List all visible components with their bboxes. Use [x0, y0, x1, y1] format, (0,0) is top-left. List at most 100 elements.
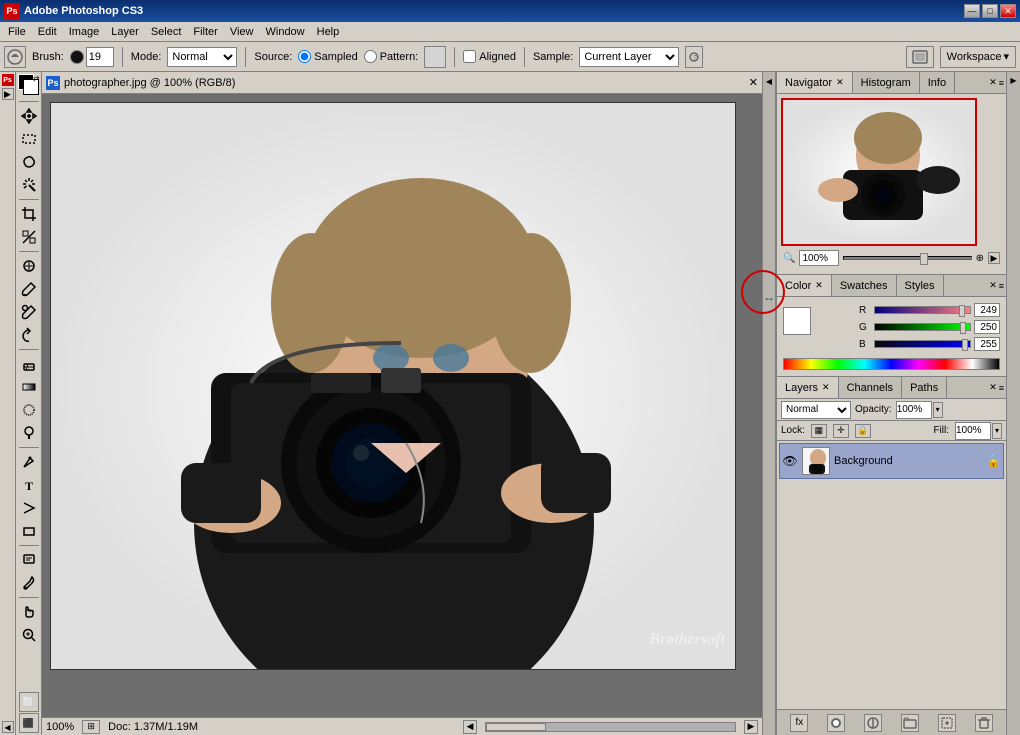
nav-zoom-slider[interactable]: [843, 256, 971, 260]
layer-mask-btn[interactable]: [827, 714, 845, 732]
tool-healing[interactable]: [18, 255, 40, 277]
color-panel-menu[interactable]: ≡: [999, 281, 1004, 291]
menu-layer[interactable]: Layer: [105, 24, 145, 40]
sampled-radio[interactable]: Sampled: [298, 50, 357, 63]
tab-info[interactable]: Info: [920, 72, 955, 93]
tool-gradient[interactable]: [18, 376, 40, 398]
view-btn[interactable]: ▶: [2, 88, 14, 100]
nav-panel-close[interactable]: ✕: [989, 77, 997, 88]
close-button[interactable]: ✕: [1000, 4, 1016, 18]
tab-paths[interactable]: Paths: [902, 377, 947, 398]
layer-delete-btn[interactable]: [975, 714, 993, 732]
b-value-input[interactable]: [974, 337, 1000, 351]
menu-edit[interactable]: Edit: [32, 24, 63, 40]
tool-brush[interactable]: [18, 278, 40, 300]
layers-panel-menu[interactable]: ≡: [999, 383, 1004, 393]
r-value-input[interactable]: [974, 303, 1000, 317]
r-slider-thumb[interactable]: [959, 305, 965, 317]
nav-panel-menu[interactable]: ≡: [999, 78, 1004, 88]
screen-mode-btn[interactable]: [906, 46, 934, 68]
h-scrollbar-thumb[interactable]: [486, 723, 546, 731]
zoom-in-icon[interactable]: ⊕: [976, 253, 984, 264]
layer-adjustment-btn[interactable]: [864, 714, 882, 732]
tab-histogram[interactable]: Histogram: [853, 72, 920, 93]
color-spectrum[interactable]: [783, 358, 1000, 370]
right-collapse-btn[interactable]: ▶: [1009, 76, 1019, 85]
sample-select[interactable]: Current Layer: [579, 47, 679, 67]
tool-eyedropper[interactable]: [18, 572, 40, 594]
layer-item-background[interactable]: 👁 Background 🔒: [779, 443, 1004, 479]
collapse-btn[interactable]: ◀: [764, 74, 774, 88]
tool-pen[interactable]: [18, 451, 40, 473]
tool-blur[interactable]: [18, 399, 40, 421]
canvas-close-btn[interactable]: ✕: [749, 76, 758, 89]
menu-file[interactable]: File: [2, 24, 32, 40]
tool-type[interactable]: T: [18, 474, 40, 496]
navigator-tab-close[interactable]: ✕: [836, 77, 844, 88]
tool-preset-btn[interactable]: [4, 46, 26, 68]
expand-btn[interactable]: ◀: [2, 721, 14, 733]
menu-help[interactable]: Help: [311, 24, 346, 40]
tab-navigator[interactable]: Navigator ✕: [777, 72, 853, 93]
layer-new-btn[interactable]: [938, 714, 956, 732]
lock-all-btn[interactable]: 🔒: [855, 424, 871, 438]
blend-mode-select[interactable]: Normal: [781, 401, 851, 419]
mode-select[interactable]: Normal: [167, 47, 237, 67]
tab-layers[interactable]: Layers ✕: [777, 377, 839, 398]
tool-clone[interactable]: [18, 301, 40, 323]
scroll-left-btn[interactable]: ◀: [463, 720, 477, 734]
screen-mode-icon[interactable]: ⬜: [19, 692, 39, 712]
opacity-input[interactable]: [896, 401, 932, 419]
pattern-radio[interactable]: Pattern:: [364, 50, 419, 63]
h-scrollbar[interactable]: [485, 722, 736, 732]
maximize-button[interactable]: □: [982, 4, 998, 18]
resize-icon[interactable]: ↔: [763, 290, 775, 304]
tool-magic-wand[interactable]: [18, 174, 40, 196]
tab-color[interactable]: Color ✕: [777, 275, 832, 296]
r-slider[interactable]: [874, 306, 971, 314]
tab-channels[interactable]: Channels: [839, 377, 902, 398]
menu-filter[interactable]: Filter: [187, 24, 223, 40]
tab-swatches[interactable]: Swatches: [832, 275, 897, 296]
nav-zoom-input[interactable]: [799, 250, 839, 266]
opacity-arrow[interactable]: ▾: [933, 402, 943, 418]
tool-crop[interactable]: [18, 203, 40, 225]
tool-history-brush[interactable]: [18, 324, 40, 346]
color-panel-close[interactable]: ✕: [989, 280, 997, 291]
menu-image[interactable]: Image: [63, 24, 106, 40]
tool-slice[interactable]: [18, 226, 40, 248]
layers-tab-close[interactable]: ✕: [822, 382, 830, 393]
canvas-zoom-btn[interactable]: ⊞: [82, 720, 100, 734]
b-slider-thumb[interactable]: [962, 339, 968, 351]
layer-visibility-eye[interactable]: 👁: [782, 453, 798, 469]
tool-move[interactable]: [18, 105, 40, 127]
color-swatches[interactable]: ⇄: [18, 74, 40, 96]
tool-eraser[interactable]: [18, 353, 40, 375]
fill-input[interactable]: [955, 422, 991, 440]
tool-shape[interactable]: [18, 520, 40, 542]
g-slider-thumb[interactable]: [960, 322, 966, 334]
layer-fx-btn[interactable]: fx: [790, 714, 808, 732]
aligned-checkbox[interactable]: Aligned: [463, 50, 516, 63]
brush-size-input[interactable]: [86, 47, 114, 67]
menu-view[interactable]: View: [224, 24, 260, 40]
g-value-input[interactable]: [974, 320, 1000, 334]
tool-marquee[interactable]: [18, 128, 40, 150]
screen-mode2-icon[interactable]: ⬛: [19, 713, 39, 733]
fill-arrow[interactable]: ▾: [992, 423, 1002, 439]
layer-folder-btn[interactable]: [901, 714, 919, 732]
layers-panel-close[interactable]: ✕: [989, 382, 997, 393]
scroll-right-btn[interactable]: ▶: [744, 720, 758, 734]
sample-options-btn[interactable]: ?: [685, 46, 703, 68]
g-slider[interactable]: [874, 323, 971, 331]
minimize-button[interactable]: —: [964, 4, 980, 18]
lock-position-btn[interactable]: ✛: [833, 424, 849, 438]
title-bar-controls[interactable]: — □ ✕: [964, 4, 1016, 18]
workspace-button[interactable]: Workspace ▾: [940, 46, 1016, 68]
tool-path-select[interactable]: [18, 497, 40, 519]
lock-pixels-btn[interactable]: ▦: [811, 424, 827, 438]
color-tab-close[interactable]: ✕: [815, 280, 823, 291]
menu-window[interactable]: Window: [260, 24, 311, 40]
tool-dodge[interactable]: [18, 422, 40, 444]
swap-colors-btn[interactable]: ⇄: [33, 74, 40, 83]
